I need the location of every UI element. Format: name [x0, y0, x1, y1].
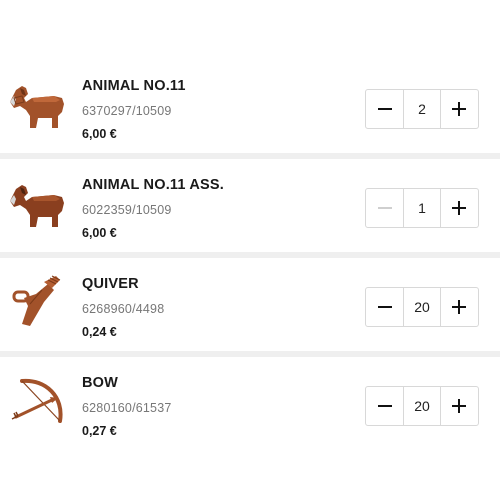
increase-quantity-button[interactable]	[441, 189, 478, 227]
quantity-value[interactable]: 20	[403, 288, 441, 326]
item-price: 0,27 €	[82, 424, 117, 438]
increase-quantity-button[interactable]	[441, 90, 478, 128]
item-code: 6022359/10509	[82, 203, 172, 217]
quantity-stepper: 20	[365, 287, 479, 327]
quantity-stepper: 20	[365, 386, 479, 426]
plus-icon	[452, 399, 467, 413]
minus-icon	[377, 108, 392, 110]
item-name: ANIMAL NO.11 ASS.	[82, 177, 224, 193]
plus-icon	[452, 300, 467, 314]
item-name: ANIMAL NO.11	[82, 78, 186, 94]
item-name: QUIVER	[82, 276, 139, 292]
decrease-quantity-button[interactable]	[366, 288, 403, 326]
increase-quantity-button[interactable]	[441, 387, 478, 425]
decrease-quantity-button[interactable]	[366, 189, 403, 227]
plus-icon	[452, 201, 467, 215]
item-code: 6268960/4498	[82, 302, 165, 316]
quantity-value[interactable]: 2	[403, 90, 441, 128]
item-code: 6370297/10509	[82, 104, 172, 118]
quantity-stepper: 1	[365, 188, 479, 228]
cart-item: ANIMAL NO.11 ASS. 6022359/10509 6,00 € 1	[0, 159, 500, 252]
minus-icon	[377, 306, 392, 308]
minus-icon	[377, 405, 392, 407]
item-name: BOW	[82, 375, 119, 391]
item-code: 6280160/61537	[82, 401, 172, 415]
quantity-value[interactable]: 1	[403, 189, 441, 227]
item-price: 6,00 €	[82, 226, 117, 240]
minus-icon	[377, 207, 392, 209]
quantity-stepper: 2	[365, 89, 479, 129]
item-price: 6,00 €	[82, 127, 117, 141]
increase-quantity-button[interactable]	[441, 288, 478, 326]
plus-icon	[452, 102, 467, 116]
quantity-value[interactable]: 20	[403, 387, 441, 425]
decrease-quantity-button[interactable]	[366, 90, 403, 128]
cart-item-list: ANIMAL NO.11 6370297/10509 6,00 € 2 ANIM…	[0, 60, 500, 450]
cart-item: ANIMAL NO.11 6370297/10509 6,00 € 2	[0, 60, 500, 153]
quiver-icon	[6, 270, 72, 336]
decrease-quantity-button[interactable]	[366, 387, 403, 425]
cart-item: QUIVER 6268960/4498 0,24 € 20	[0, 258, 500, 351]
horse-icon	[6, 72, 72, 138]
horse-icon	[6, 171, 72, 237]
bow-icon	[6, 369, 72, 435]
cart-item: BOW 6280160/61537 0,27 € 20	[0, 357, 500, 450]
item-price: 0,24 €	[82, 325, 117, 339]
